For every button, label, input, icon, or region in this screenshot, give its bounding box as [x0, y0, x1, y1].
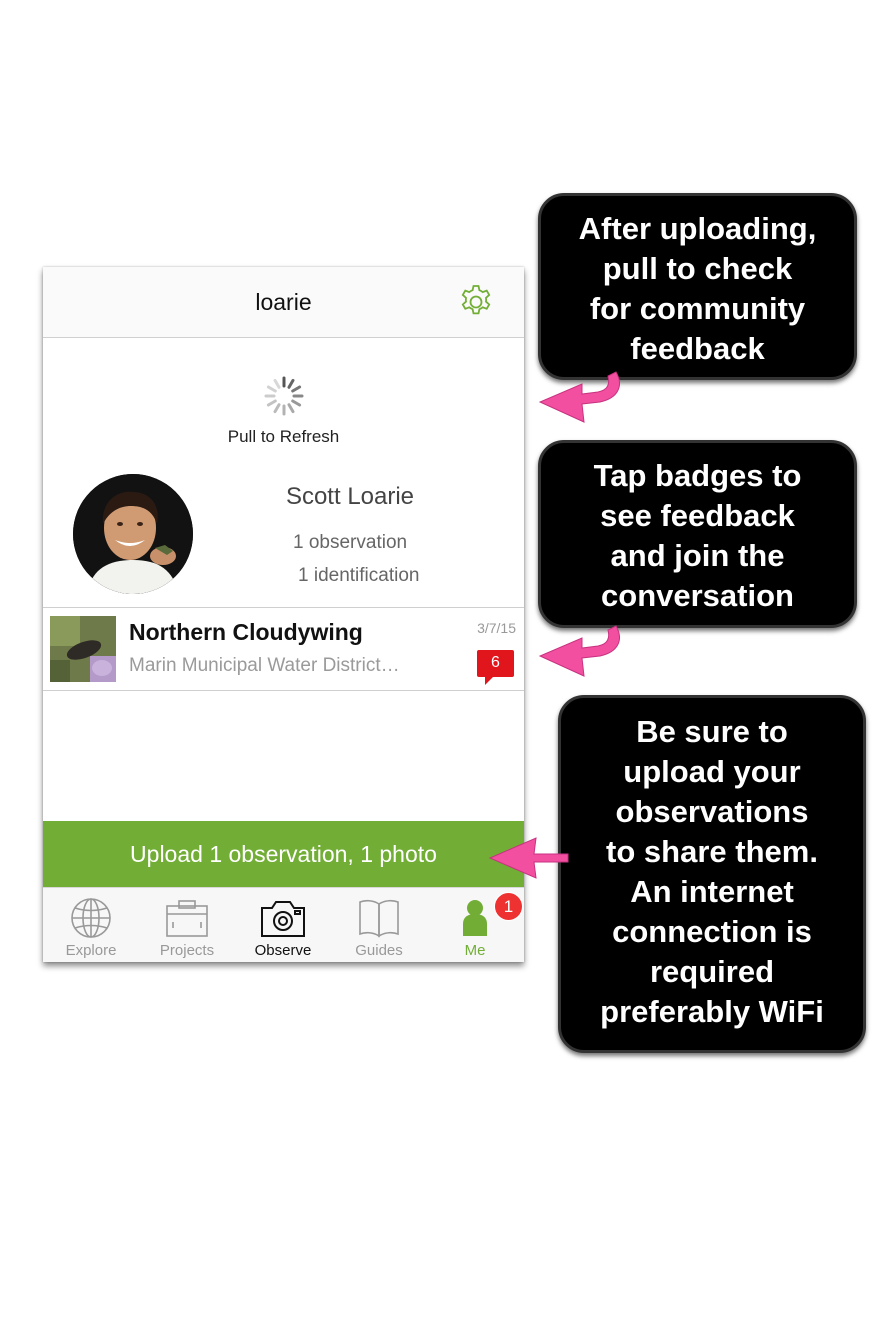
observation-place: Marin Municipal Water District…: [129, 655, 400, 676]
tab-observe[interactable]: Observe: [235, 888, 331, 962]
book-icon: [359, 899, 399, 938]
navigation-bar: loarie: [43, 267, 524, 338]
observation-species: Northern Cloudywing: [129, 619, 363, 645]
arrow-icon-upload: [488, 837, 569, 879]
tab-observe-label: Observe: [254, 942, 312, 959]
list-item[interactable]: Northern Cloudywing Marin Municipal Wate…: [43, 607, 524, 691]
arrow-icon-badges: [538, 625, 620, 677]
callout-upload: Be sure to upload your observations to s…: [558, 695, 866, 1053]
phone-screen: loarie Pull to Refresh Scott Loarie 1 ob…: [43, 267, 524, 962]
avatar[interactable]: [73, 474, 193, 594]
observation-count[interactable]: 1 observation: [293, 532, 407, 554]
tab-guides[interactable]: Guides: [331, 888, 427, 962]
clipboard-icon: [166, 900, 208, 937]
identification-count[interactable]: 1 identification: [298, 565, 419, 587]
person-icon: [463, 900, 487, 936]
gear-icon[interactable]: [457, 283, 495, 321]
tab-guides-label: Guides: [355, 942, 403, 959]
tab-projects[interactable]: Projects: [139, 888, 235, 962]
tab-explore-label: Explore: [65, 942, 117, 959]
callout-badges-text: Tap badges to see feedback and join the …: [593, 458, 802, 613]
pull-to-refresh-label: Pull to Refresh: [227, 427, 340, 446]
tab-explore[interactable]: Explore: [43, 888, 139, 962]
globe-icon: [71, 898, 111, 938]
tab-bar: Explore Projects Observe Guides Me: [43, 887, 524, 962]
upload-button[interactable]: Upload 1 observation, 1 photo: [43, 821, 524, 887]
tab-me-label: Me: [464, 942, 486, 959]
callout-badges: Tap badges to see feedback and join the …: [538, 440, 857, 628]
tab-projects-label: Projects: [159, 942, 215, 959]
camera-icon: [261, 901, 305, 937]
callout-refresh-text: After uploading, pull to check for commu…: [578, 211, 817, 366]
profile-name: Scott Loarie: [285, 483, 415, 510]
comment-badge-tail: [485, 676, 494, 685]
callout-refresh: After uploading, pull to check for commu…: [538, 193, 857, 380]
comment-badge[interactable]: 6: [477, 650, 514, 677]
observation-date: 3/7/15: [477, 620, 516, 636]
tab-me-badge: 1: [494, 892, 523, 921]
callout-upload-text: Be sure to upload your observations to s…: [600, 714, 824, 1029]
observation-thumbnail: [50, 616, 116, 682]
arrow-icon-refresh: [538, 371, 620, 423]
page-title: loarie: [255, 289, 312, 315]
loading-spinner-icon: [264, 376, 304, 416]
